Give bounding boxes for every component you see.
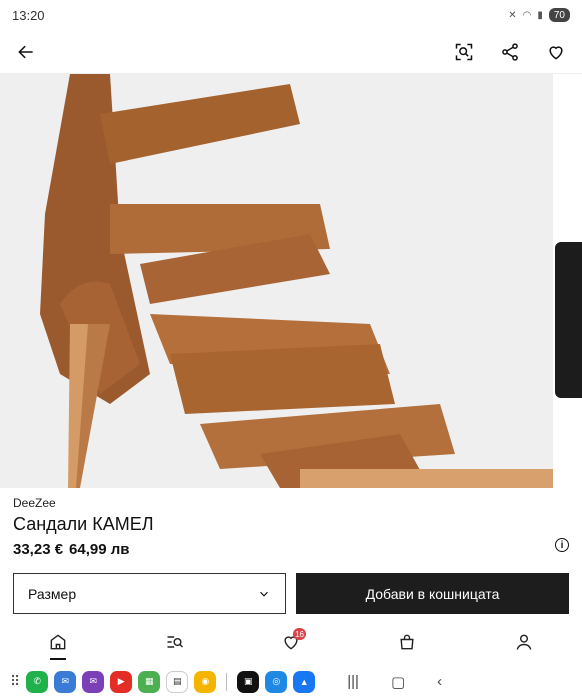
system-taskbar: ⠿ ✆ ✉ ✉ ▶ ▦ ▤ ◉ ▣ ◎ ▲ ||| ▢ ‹ [0, 664, 582, 699]
user-icon [516, 634, 532, 650]
nav-home[interactable] [38, 622, 78, 662]
facebook-app-icon[interactable]: ▲ [293, 670, 316, 693]
phone-app-icon[interactable]: ✆ [26, 670, 49, 693]
top-actions [452, 40, 568, 64]
share-icon [502, 42, 518, 61]
battery-level: 70 [553, 9, 565, 21]
brand-name[interactable]: DeeZee [13, 496, 569, 510]
nav-account[interactable] [504, 622, 544, 662]
add-to-cart-button[interactable]: Добави в кошницата [296, 573, 569, 614]
visual-search-button[interactable] [452, 40, 476, 64]
price-row: 33,23 € 64,99 лв [13, 541, 569, 558]
recent-apps-icon[interactable]: ||| [347, 673, 359, 691]
size-select-label: Размер [28, 585, 77, 602]
product-image[interactable] [0, 74, 553, 488]
add-to-cart-label: Добави в кошницата [365, 585, 500, 602]
mute-icon: ✕ [508, 9, 517, 21]
wishlist-badge: 16 [293, 628, 306, 640]
home-system-icon[interactable]: ▢ [391, 673, 405, 691]
wishlist-button[interactable] [544, 40, 568, 64]
chrome-app-icon[interactable]: ◉ [194, 670, 217, 693]
clock: 13:20 [12, 7, 45, 23]
ccc-app-icon[interactable]: ▣ [237, 670, 260, 693]
home-icon [50, 634, 66, 650]
info-icon[interactable]: i [555, 538, 569, 552]
nav-bag[interactable] [387, 622, 427, 662]
price-eur: 33,23 € [13, 541, 64, 558]
signal-icon: ▮ [537, 9, 543, 21]
back-button[interactable] [14, 40, 38, 64]
heart-icon [549, 45, 563, 60]
calendar-app-icon[interactable]: ▤ [166, 670, 189, 693]
back-system-icon[interactable]: ‹ [437, 673, 442, 691]
arrow-left-icon [18, 45, 33, 58]
sandal-illustration [0, 74, 553, 488]
size-select[interactable]: Размер [13, 573, 286, 614]
apps-folder-icon[interactable]: ▦ [138, 670, 161, 693]
nav-wishlist[interactable]: 16 [271, 622, 311, 662]
system-navigation: ||| ▢ ‹ [347, 673, 442, 691]
price-bgn: 64,99 лв [69, 541, 130, 558]
image-thumbnail[interactable] [555, 242, 582, 398]
product-title: Сандали КАМЕЛ [13, 514, 154, 534]
category-search-icon [167, 636, 183, 648]
taskbar-divider [226, 672, 228, 691]
visual-search-icon [455, 43, 473, 60]
status-bar: 13:20 ✕ ◠ ▮ 70 [0, 0, 582, 30]
app-drawer-icon[interactable]: ⠿ [10, 673, 20, 690]
share-button[interactable] [498, 40, 522, 64]
battery-indicator: 70 [548, 8, 570, 22]
chevron-down-icon [260, 591, 268, 597]
nav-categories[interactable] [155, 622, 195, 662]
youtube-app-icon[interactable]: ▶ [110, 670, 133, 693]
wifi-icon: ◠ [522, 9, 532, 21]
bottom-nav: 16 [0, 620, 582, 664]
shopping-bag-icon [400, 634, 414, 650]
messenger-app-icon[interactable]: ◎ [265, 670, 288, 693]
messages-app-icon[interactable]: ✉ [54, 670, 77, 693]
product-info: DeeZee Сандали КАМЕЛ 33,23 € 64,99 лв i [13, 496, 569, 558]
mail-app-icon[interactable]: ✉ [82, 670, 105, 693]
status-icons: ✕ ◠ ▮ 70 [508, 8, 570, 22]
top-bar [0, 30, 582, 74]
